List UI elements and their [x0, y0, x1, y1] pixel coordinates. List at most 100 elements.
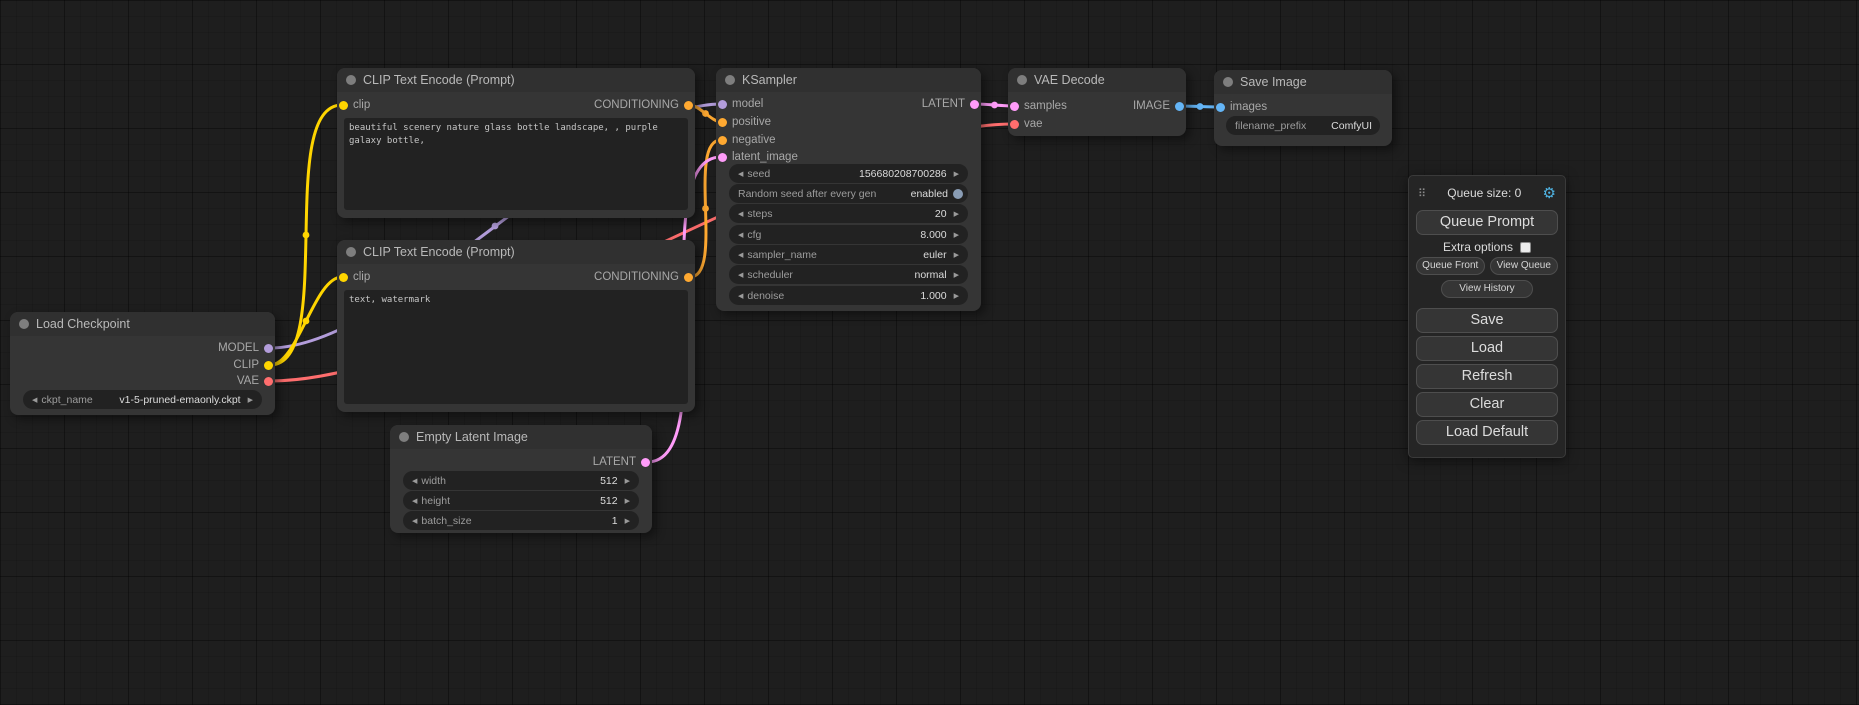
decrement-arrow-icon[interactable]: ◀	[734, 231, 747, 239]
output-slot-vae[interactable]: VAE	[237, 372, 273, 390]
queue-prompt-button[interactable]: Queue Prompt	[1416, 210, 1558, 235]
widget-batch-size[interactable]: ◀ batch_size 1 ▶	[403, 511, 639, 530]
slot-dot[interactable]	[718, 118, 727, 127]
increment-arrow-icon[interactable]: ▶	[950, 170, 963, 178]
increment-arrow-icon[interactable]: ▶	[950, 210, 963, 218]
widget-sampler-name[interactable]: ◀ sampler_name euler ▶	[729, 245, 968, 264]
widget-seed[interactable]: ◀ seed 156680208700286 ▶	[729, 164, 968, 183]
slot-dot[interactable]	[264, 361, 273, 370]
collapse-dot-icon[interactable]	[725, 75, 735, 85]
node-vae-decode[interactable]: VAE Decode samples vae IMAGE	[1008, 68, 1186, 136]
toggle-on-indicator[interactable]	[953, 189, 963, 199]
input-slot-images[interactable]: images	[1216, 98, 1267, 116]
extra-options-checkbox[interactable]	[1520, 242, 1531, 253]
slot-dot[interactable]	[641, 458, 650, 467]
widget-scheduler[interactable]: ◀ scheduler normal ▶	[729, 265, 968, 284]
widget-steps[interactable]: ◀ steps 20 ▶	[729, 204, 968, 223]
increment-arrow-icon[interactable]: ▶	[950, 231, 963, 239]
node-titlebar[interactable]: CLIP Text Encode (Prompt)	[337, 240, 695, 264]
decrement-arrow-icon[interactable]: ◀	[734, 170, 747, 178]
decrement-arrow-icon[interactable]: ◀	[28, 396, 41, 404]
slot-dot[interactable]	[1010, 120, 1019, 129]
input-slot-clip[interactable]: clip	[339, 268, 370, 286]
node-clip-text-encode-negative[interactable]: CLIP Text Encode (Prompt) clip CONDITION…	[337, 240, 695, 412]
slot-dot[interactable]	[718, 100, 727, 109]
input-slot-clip[interactable]: clip	[339, 96, 370, 114]
decrement-arrow-icon[interactable]: ◀	[408, 517, 421, 525]
collapse-dot-icon[interactable]	[346, 75, 356, 85]
prompt-textarea[interactable]: text, watermark	[344, 290, 688, 404]
output-slot-model[interactable]: MODEL	[218, 339, 273, 357]
slot-dot[interactable]	[1010, 102, 1019, 111]
increment-arrow-icon[interactable]: ▶	[950, 271, 963, 279]
input-slot-model[interactable]: model	[718, 95, 763, 113]
increment-arrow-icon[interactable]: ▶	[950, 251, 963, 259]
output-slot-latent[interactable]: LATENT	[922, 95, 979, 113]
view-queue-button[interactable]: View Queue	[1490, 257, 1559, 275]
clear-button[interactable]: Clear	[1416, 392, 1558, 417]
refresh-button[interactable]: Refresh	[1416, 364, 1558, 389]
slot-dot[interactable]	[264, 344, 273, 353]
node-empty-latent-image[interactable]: Empty Latent Image LATENT ◀ width 512 ▶ …	[390, 425, 652, 533]
slot-dot[interactable]	[684, 101, 693, 110]
slot-dot[interactable]	[1216, 103, 1225, 112]
slot-dot[interactable]	[1175, 102, 1184, 111]
load-button[interactable]: Load	[1416, 336, 1558, 361]
increment-arrow-icon[interactable]: ▶	[244, 396, 257, 404]
output-slot-latent[interactable]: LATENT	[593, 453, 650, 471]
increment-arrow-icon[interactable]: ▶	[621, 477, 634, 485]
settings-gear-icon[interactable]: ⚙	[1543, 184, 1556, 202]
slot-dot[interactable]	[339, 273, 348, 282]
node-graph-canvas[interactable]: Load Checkpoint MODEL CLIP VAE ◀ ckpt_na…	[0, 0, 1859, 705]
slot-dot[interactable]	[684, 273, 693, 282]
input-slot-vae[interactable]: vae	[1010, 115, 1043, 133]
collapse-dot-icon[interactable]	[346, 247, 356, 257]
node-titlebar[interactable]: CLIP Text Encode (Prompt)	[337, 68, 695, 92]
decrement-arrow-icon[interactable]: ◀	[408, 497, 421, 505]
decrement-arrow-icon[interactable]: ◀	[734, 271, 747, 279]
widget-denoise[interactable]: ◀ denoise 1.000 ▶	[729, 286, 968, 305]
decrement-arrow-icon[interactable]: ◀	[734, 210, 747, 218]
node-titlebar[interactable]: VAE Decode	[1008, 68, 1186, 92]
slot-dot[interactable]	[339, 101, 348, 110]
drag-handle-icon[interactable]: ⠿	[1418, 187, 1426, 200]
increment-arrow-icon[interactable]: ▶	[950, 292, 963, 300]
node-clip-text-encode-positive[interactable]: CLIP Text Encode (Prompt) clip CONDITION…	[337, 68, 695, 218]
slot-dot[interactable]	[718, 153, 727, 162]
view-history-button[interactable]: View History	[1441, 280, 1533, 298]
node-titlebar[interactable]: Empty Latent Image	[390, 425, 652, 449]
input-slot-negative[interactable]: negative	[718, 131, 775, 149]
save-button[interactable]: Save	[1416, 308, 1558, 333]
input-slot-positive[interactable]: positive	[718, 113, 771, 131]
input-slot-samples[interactable]: samples	[1010, 97, 1067, 115]
slot-dot[interactable]	[970, 100, 979, 109]
collapse-dot-icon[interactable]	[1017, 75, 1027, 85]
decrement-arrow-icon[interactable]: ◀	[734, 292, 747, 300]
node-titlebar[interactable]: Save Image	[1214, 70, 1392, 94]
queue-front-button[interactable]: Queue Front	[1416, 257, 1485, 275]
collapse-dot-icon[interactable]	[399, 432, 409, 442]
decrement-arrow-icon[interactable]: ◀	[734, 251, 747, 259]
node-ksampler[interactable]: KSampler model positive negative latent_…	[716, 68, 981, 311]
load-default-button[interactable]: Load Default	[1416, 420, 1558, 445]
output-slot-conditioning[interactable]: CONDITIONING	[594, 268, 693, 286]
node-titlebar[interactable]: KSampler	[716, 68, 981, 92]
increment-arrow-icon[interactable]: ▶	[621, 517, 634, 525]
decrement-arrow-icon[interactable]: ◀	[408, 477, 421, 485]
increment-arrow-icon[interactable]: ▶	[621, 497, 634, 505]
widget-cfg[interactable]: ◀ cfg 8.000 ▶	[729, 225, 968, 244]
collapse-dot-icon[interactable]	[19, 319, 29, 329]
output-slot-image[interactable]: IMAGE	[1133, 97, 1184, 115]
widget-height[interactable]: ◀ height 512 ▶	[403, 491, 639, 510]
node-save-image[interactable]: Save Image images filename_prefix ComfyU…	[1214, 70, 1392, 146]
slot-dot[interactable]	[718, 136, 727, 145]
collapse-dot-icon[interactable]	[1223, 77, 1233, 87]
prompt-textarea[interactable]: beautiful scenery nature glass bottle la…	[344, 118, 688, 210]
node-load-checkpoint[interactable]: Load Checkpoint MODEL CLIP VAE ◀ ckpt_na…	[10, 312, 275, 415]
slot-dot[interactable]	[264, 377, 273, 386]
widget-filename-prefix[interactable]: filename_prefix ComfyUI	[1226, 116, 1380, 135]
output-slot-conditioning[interactable]: CONDITIONING	[594, 96, 693, 114]
widget-width[interactable]: ◀ width 512 ▶	[403, 471, 639, 490]
widget-ckpt-name[interactable]: ◀ ckpt_name v1-5-pruned-emaonly.ckpt ▶	[23, 390, 262, 409]
node-titlebar[interactable]: Load Checkpoint	[10, 312, 275, 336]
